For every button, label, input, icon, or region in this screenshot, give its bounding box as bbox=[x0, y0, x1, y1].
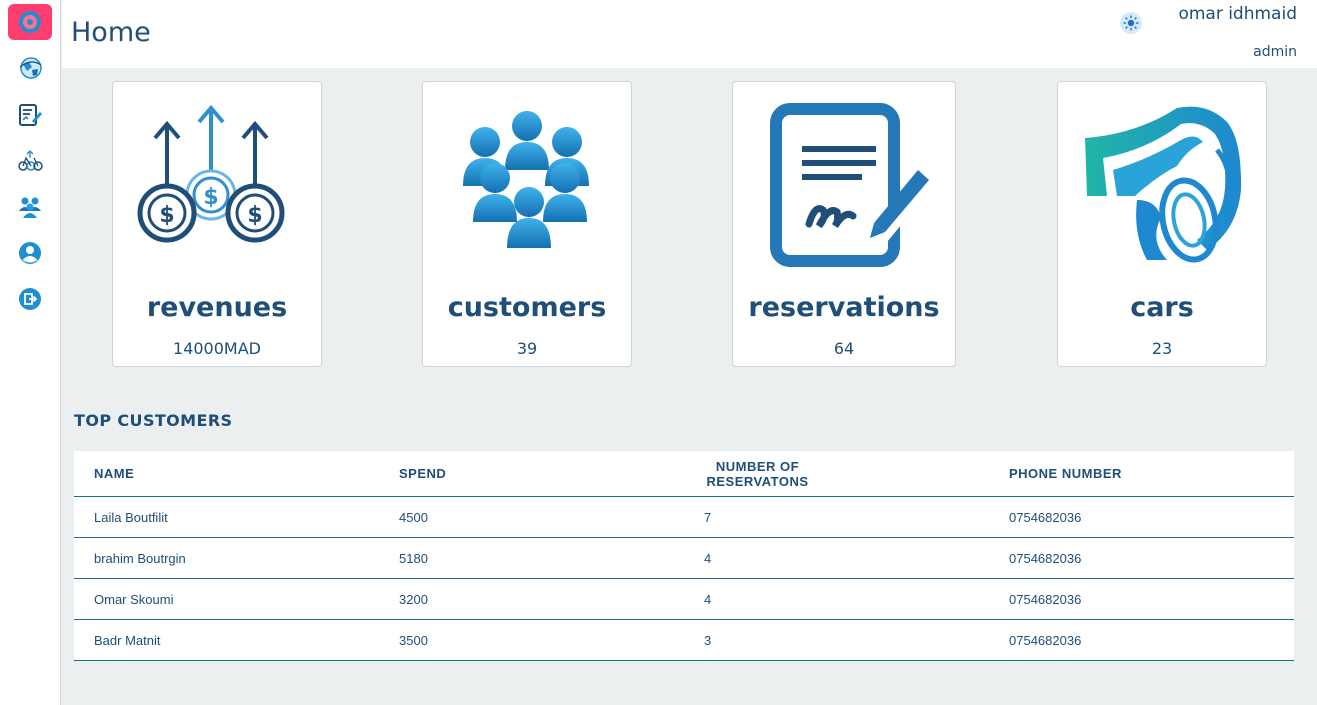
stat-card-value: 64 bbox=[833, 339, 855, 358]
cell-reservations: 7 bbox=[704, 509, 712, 525]
column-header-reservations[interactable]: NUMBER OF RESERVATONS bbox=[704, 451, 811, 496]
table-row[interactable]: Badr Matnit 3500 3 0754682036 bbox=[74, 620, 1294, 661]
cell-name: Laila Boutfilit bbox=[94, 509, 168, 525]
sidebar-item-customers[interactable] bbox=[8, 189, 52, 225]
cell-phone: 0754682036 bbox=[1009, 632, 1082, 648]
sidebar-item-bikes[interactable] bbox=[8, 143, 52, 179]
cell-spend: 5180 bbox=[399, 550, 428, 566]
stat-card-value: 23 bbox=[1151, 339, 1173, 358]
cell-name: Badr Matnit bbox=[94, 632, 161, 648]
cell-spend: 4500 bbox=[399, 509, 428, 525]
globe-icon bbox=[19, 57, 42, 79]
cell-phone: 0754682036 bbox=[1009, 591, 1082, 607]
user-name[interactable]: omar idhmaid bbox=[1178, 4, 1297, 24]
cell-name: Omar Skoumi bbox=[94, 591, 174, 607]
user-role: admin bbox=[1253, 44, 1297, 60]
cell-name: brahim Boutrgin bbox=[94, 550, 186, 566]
dashboard-icon bbox=[19, 11, 41, 33]
top-bar: Home omar idhmaid admin bbox=[62, 0, 1317, 68]
users-group-icon bbox=[19, 197, 41, 218]
column-header-phone[interactable]: PHONE NUMBER bbox=[1009, 451, 1122, 496]
stat-card-revenues[interactable]: $ $ $ revenues 14000MAD bbox=[112, 81, 322, 367]
svg-text:$: $ bbox=[203, 185, 218, 210]
column-header-spend[interactable]: SPEND bbox=[399, 451, 446, 496]
stat-card-customers[interactable]: customers 39 bbox=[422, 81, 632, 367]
svg-text:$: $ bbox=[159, 203, 174, 228]
sidebar-item-logout[interactable] bbox=[8, 281, 52, 317]
theme-toggle[interactable] bbox=[1120, 12, 1142, 34]
svg-text:$: $ bbox=[247, 203, 262, 228]
sidebar-item-reports[interactable] bbox=[8, 97, 52, 133]
sidebar-item-profile[interactable] bbox=[8, 235, 52, 271]
customers-group-icon bbox=[463, 111, 589, 248]
stat-card-reservations[interactable]: reservations 64 bbox=[732, 81, 956, 367]
sidebar-item-globe[interactable] bbox=[8, 50, 52, 86]
money-growth-icon: $ $ $ bbox=[137, 104, 285, 243]
sports-car-icon bbox=[1085, 106, 1242, 263]
cell-spend: 3200 bbox=[399, 591, 428, 607]
contract-sign-icon bbox=[770, 103, 929, 267]
column-header-name[interactable]: NAME bbox=[94, 451, 134, 496]
stat-card-title: revenues bbox=[146, 292, 288, 323]
profile-icon bbox=[19, 242, 41, 264]
sun-icon bbox=[1123, 15, 1139, 31]
stat-card-cars[interactable]: cars 23 bbox=[1057, 81, 1267, 367]
stat-card-value: 39 bbox=[516, 339, 538, 358]
stat-card-title: customers bbox=[447, 292, 607, 323]
bikes-icon bbox=[18, 150, 43, 171]
page-title: Home bbox=[71, 17, 151, 48]
cell-phone: 0754682036 bbox=[1009, 509, 1082, 525]
cell-spend: 3500 bbox=[399, 632, 428, 648]
sidebar bbox=[0, 0, 61, 705]
section-title: TOP CUSTOMERS bbox=[74, 411, 233, 430]
cell-phone: 0754682036 bbox=[1009, 550, 1082, 566]
stat-card-title: reservations bbox=[748, 292, 940, 323]
table-row[interactable]: Omar Skoumi 3200 4 0754682036 bbox=[74, 579, 1294, 620]
sidebar-item-dashboard[interactable] bbox=[8, 4, 52, 40]
stat-card-value: 14000MAD bbox=[173, 339, 261, 358]
cell-reservations: 4 bbox=[704, 591, 712, 607]
cell-reservations: 4 bbox=[704, 550, 712, 566]
top-customers-table: NAME SPEND NUMBER OF RESERVATONS PHONE N… bbox=[74, 451, 1294, 661]
stat-card-title: cars bbox=[1130, 292, 1194, 323]
table-row[interactable]: Laila Boutfilit 4500 7 0754682036 bbox=[74, 497, 1294, 538]
table-row[interactable]: brahim Boutrgin 5180 4 0754682036 bbox=[74, 538, 1294, 579]
report-edit-icon bbox=[19, 104, 42, 126]
logout-icon bbox=[19, 288, 41, 310]
table-header-row: NAME SPEND NUMBER OF RESERVATONS PHONE N… bbox=[74, 451, 1294, 497]
cell-reservations: 3 bbox=[704, 632, 712, 648]
